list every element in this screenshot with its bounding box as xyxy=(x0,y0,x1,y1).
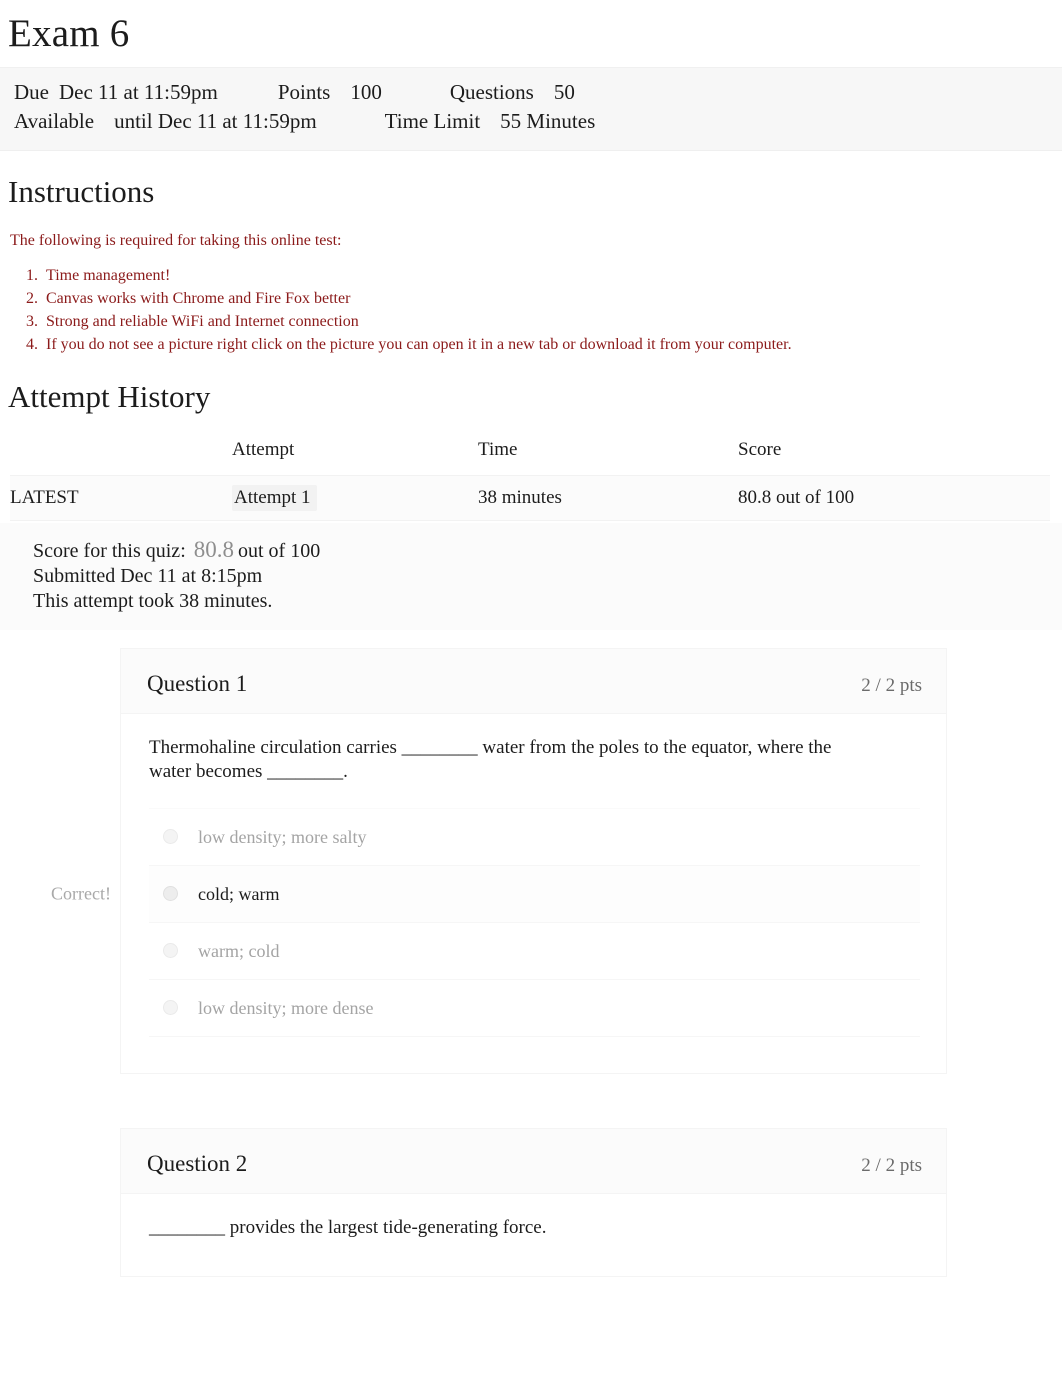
time-limit-label: Time Limit xyxy=(384,109,481,133)
due-value: Dec 11 at 11:59pm xyxy=(59,80,218,104)
question-card: Question 1 2 / 2 pts Thermohaline circul… xyxy=(51,647,947,1074)
available-value: until Dec 11 at 11:59pm xyxy=(114,109,317,133)
question-header: Question 1 2 / 2 pts xyxy=(121,648,946,714)
answer-status-correct: Correct! xyxy=(51,883,111,904)
question-header: Question 2 2 / 2 pts xyxy=(121,1128,946,1194)
score-value: 80.8 xyxy=(193,536,234,562)
duration-line: This attempt took 38 minutes. xyxy=(33,589,273,612)
attempt-link[interactable]: Attempt 1 xyxy=(232,484,317,511)
points-value: 100 xyxy=(350,80,382,104)
attempt-history-table-wrap: Attempt Time Score LATEST Attempt 1 38 m… xyxy=(0,415,1062,521)
score-suffix: out of 100 xyxy=(238,539,321,562)
answer-label: warm; cold xyxy=(198,940,280,961)
question-card: Question 2 2 / 2 pts ________ provides t… xyxy=(120,1127,947,1277)
answer-option[interactable]: Correct! cold; warm xyxy=(51,865,920,923)
instructions-list: Time management! Canvas works with Chrom… xyxy=(10,264,1062,356)
answers-bottom-spacer xyxy=(149,1036,920,1063)
attempt-cell[interactable]: Attempt 1 xyxy=(232,474,478,521)
list-item: Time management! xyxy=(42,264,1062,287)
status-badge: LATEST xyxy=(10,486,79,508)
radio-icon[interactable] xyxy=(163,829,178,845)
radio-icon[interactable] xyxy=(163,886,178,902)
answer-label: low density; more salty xyxy=(198,826,367,847)
instructions-body: The following is required for taking thi… xyxy=(0,210,1062,356)
table-header-row: Attempt Time Score xyxy=(10,433,1050,476)
column-header-time: Time xyxy=(478,438,518,460)
question-body: Thermohaline circulation carries _______… xyxy=(51,713,946,1073)
answer-option[interactable]: warm; cold xyxy=(149,922,920,980)
table-row: LATEST Attempt 1 38 minutes 80.8 out of … xyxy=(10,474,1050,521)
question-text: Thermohaline circulation carries _______… xyxy=(149,736,832,782)
points-label: Points xyxy=(277,80,331,104)
attempt-latest-flag: LATEST xyxy=(10,474,232,521)
column-header-flag xyxy=(10,433,232,476)
instructions-heading: Instructions xyxy=(8,174,155,209)
questions-value: 50 xyxy=(553,80,575,104)
list-item: Strong and reliable WiFi and Internet co… xyxy=(42,310,1062,333)
question-text: ________ provides the largest tide-gener… xyxy=(149,1216,547,1238)
question-points: 2 / 2 pts xyxy=(861,1154,922,1176)
list-item: Canvas works with Chrome and Fire Fox be… xyxy=(42,287,1062,310)
score-label: Score for this quiz: xyxy=(33,539,186,562)
submitted-line: Submitted Dec 11 at 8:15pm xyxy=(33,564,263,587)
answers-list: low density; more salty Correct! cold; w… xyxy=(51,807,920,1037)
list-item: If you do not see a picture right click … xyxy=(42,333,1062,356)
answer-option[interactable]: low density; more dense xyxy=(149,979,920,1037)
question-body: ________ provides the largest tide-gener… xyxy=(121,1193,946,1276)
quiz-meta-row-2: Available until Dec 11 at 11:59pm Time Lim… xyxy=(0,107,1062,136)
questions-label: Questions xyxy=(449,80,534,104)
page-title: Exam 6 xyxy=(8,12,130,55)
question-name: Question 1 xyxy=(147,670,248,696)
radio-icon[interactable] xyxy=(163,1000,178,1016)
time-limit-value: 55 Minutes xyxy=(500,109,596,133)
column-header-attempt: Attempt xyxy=(232,438,295,460)
available-label: Available xyxy=(14,109,95,133)
radio-icon[interactable] xyxy=(163,943,178,959)
score-summary: Score for this quiz: 80.8 out of 100 Submi… xyxy=(0,522,1062,630)
question-name: Question 2 xyxy=(147,1150,248,1176)
answer-label: cold; warm xyxy=(198,883,280,904)
answer-option[interactable]: low density; more salty xyxy=(149,808,920,866)
attempt-history-table: Attempt Time Score LATEST Attempt 1 38 m… xyxy=(10,433,1050,521)
quiz-meta-row-1: Due Dec 11 at 11:59pm Points 100 Questions 50 xyxy=(0,78,1062,107)
question-points: 2 / 2 pts xyxy=(861,674,922,696)
instructions-intro: The following is required for taking thi… xyxy=(10,232,342,250)
attempt-time-cell: 38 minutes xyxy=(478,474,738,521)
due-label: Due xyxy=(14,80,49,104)
attempt-score-cell: 80.8 out of 100 xyxy=(738,474,1050,521)
answers-bottom-spacer xyxy=(149,1239,920,1266)
questions-list: Question 1 2 / 2 pts Thermohaline circul… xyxy=(0,630,1062,1277)
answer-label: low density; more dense xyxy=(198,997,374,1018)
column-header-score: Score xyxy=(738,438,782,460)
attempt-history-heading: Attempt History xyxy=(8,378,211,414)
quiz-meta-bar: Due Dec 11 at 11:59pm Points 100 Questions 50… xyxy=(0,67,1062,151)
score-for-quiz-line: Score for this quiz: 80.8 out of 100 xyxy=(0,537,1062,564)
